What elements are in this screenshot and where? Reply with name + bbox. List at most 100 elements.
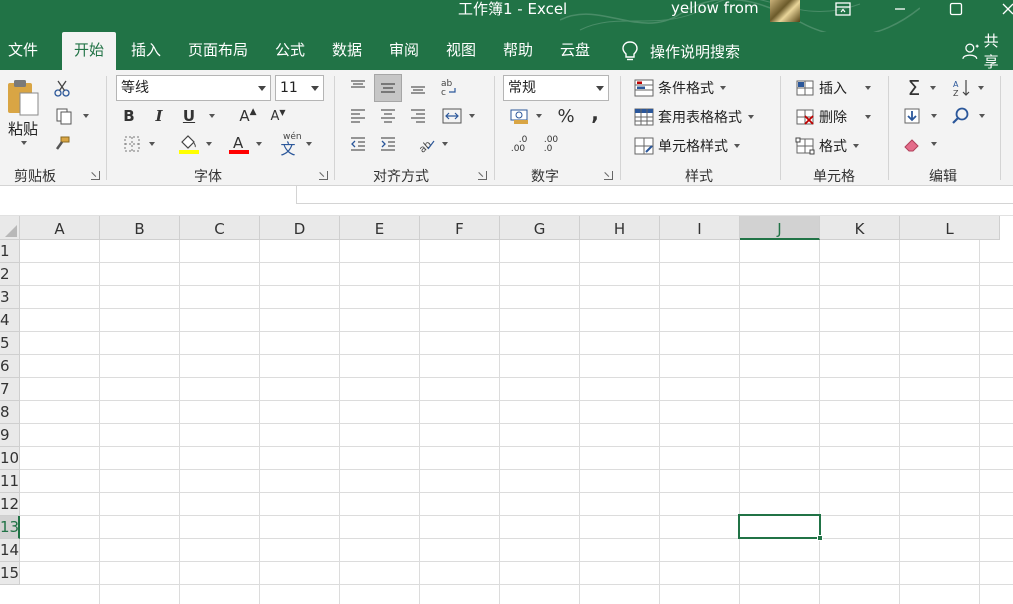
sort-filter-button[interactable]: AZ	[948, 76, 988, 100]
italic-button[interactable]: I	[150, 106, 168, 126]
increase-font-button[interactable]: A ▲	[238, 106, 258, 126]
tab-data[interactable]: 数据	[323, 32, 371, 70]
clipboard-launcher-icon[interactable]	[91, 171, 100, 180]
tab-home[interactable]: 开始	[62, 32, 116, 70]
maximize-icon[interactable]	[944, 0, 968, 18]
row-header-4[interactable]: 4	[0, 309, 20, 332]
delete-cells-button[interactable]: 删除	[795, 107, 871, 127]
format-as-table-button[interactable]: 套用表格格式	[634, 107, 754, 127]
fill-handle[interactable]	[817, 535, 823, 541]
row-header-13[interactable]: 13	[0, 516, 20, 539]
row-header-6[interactable]: 6	[0, 355, 20, 378]
align-center-icon[interactable]	[377, 106, 399, 126]
tab-file[interactable]: 文件	[0, 32, 46, 70]
autosum-button[interactable]: Σ	[900, 76, 944, 100]
column-header-c[interactable]: C	[180, 216, 260, 240]
ribbon-display-options-icon[interactable]	[831, 0, 855, 18]
decrease-decimal-button[interactable]: .00 .0	[536, 133, 560, 157]
align-middle-icon[interactable]	[374, 74, 402, 102]
find-select-button[interactable]	[948, 106, 988, 126]
column-header-a[interactable]: A	[20, 216, 100, 240]
tab-formulas[interactable]: 公式	[266, 32, 314, 70]
row-header-15[interactable]: 15	[0, 562, 20, 585]
tab-page-layout[interactable]: 页面布局	[180, 32, 256, 70]
align-left-icon[interactable]	[347, 106, 369, 126]
align-bottom-icon[interactable]	[407, 76, 429, 98]
column-header-i[interactable]: I	[660, 216, 740, 240]
font-launcher-icon[interactable]	[319, 171, 328, 180]
alignment-launcher-icon[interactable]	[478, 171, 487, 180]
insert-cells-button[interactable]: 插入	[795, 78, 871, 98]
row-header-14[interactable]: 14	[0, 539, 20, 562]
formula-input[interactable]	[296, 186, 1013, 204]
format-painter-icon[interactable]	[52, 134, 72, 154]
row-header-2[interactable]: 2	[0, 263, 20, 286]
minimize-icon[interactable]	[888, 0, 912, 18]
tab-insert[interactable]: 插入	[122, 32, 170, 70]
cell-styles-button[interactable]: 单元格样式	[634, 136, 740, 156]
column-header-f[interactable]: F	[420, 216, 500, 240]
wrap-text-icon[interactable]: ab c	[438, 76, 460, 98]
share-button[interactable]: 共享	[962, 32, 1013, 71]
increase-indent-icon[interactable]	[377, 134, 399, 154]
decrease-indent-icon[interactable]	[347, 134, 369, 154]
row-header-3[interactable]: 3	[0, 286, 20, 309]
conditional-formatting-button[interactable]: 条件格式	[634, 78, 726, 98]
column-header-l[interactable]: L	[900, 216, 1000, 240]
column-header-k[interactable]: K	[820, 216, 900, 240]
font-name-select[interactable]: 等线	[116, 75, 271, 101]
paste-button[interactable]: 粘贴	[6, 78, 40, 145]
number-launcher-icon[interactable]	[604, 171, 613, 180]
column-header-b[interactable]: B	[100, 216, 180, 240]
phonetic-button[interactable]: wén 文	[280, 132, 322, 158]
clear-button[interactable]	[900, 134, 940, 154]
row-header-11[interactable]: 11	[0, 470, 20, 493]
user-name[interactable]: yellow from	[671, 0, 759, 16]
font-color-button[interactable]: A	[224, 132, 266, 156]
cut-icon[interactable]	[52, 78, 72, 98]
tab-review[interactable]: 审阅	[380, 32, 428, 70]
close-icon[interactable]	[996, 0, 1013, 18]
row-header-8[interactable]: 8	[0, 401, 20, 424]
column-header-d[interactable]: D	[260, 216, 340, 240]
underline-dropdown[interactable]	[204, 106, 218, 126]
column-header-h[interactable]: H	[580, 216, 660, 240]
copy-button[interactable]	[52, 106, 92, 126]
format-cells-button[interactable]: 格式	[795, 136, 859, 156]
bold-button[interactable]: B	[120, 106, 138, 126]
row-header-12[interactable]: 12	[0, 493, 20, 516]
fill-color-button[interactable]	[174, 132, 216, 156]
row-header-7[interactable]: 7	[0, 378, 20, 401]
align-right-icon[interactable]	[407, 106, 429, 126]
orientation-button[interactable]: ab	[412, 134, 452, 154]
row-header-10[interactable]: 10	[0, 447, 20, 470]
tab-cloud[interactable]: 云盘	[551, 32, 599, 70]
column-header-g[interactable]: G	[500, 216, 580, 240]
avatar[interactable]	[770, 0, 800, 22]
help-search[interactable]: 操作说明搜索	[620, 32, 740, 70]
column-header-j[interactable]: J	[740, 216, 820, 240]
underline-button[interactable]: U	[180, 106, 198, 126]
accounting-format-button[interactable]	[506, 106, 546, 126]
percent-style-button[interactable]: %	[555, 106, 577, 127]
row-header-5[interactable]: 5	[0, 332, 20, 355]
cell-area[interactable]	[20, 240, 1013, 604]
row-header-1[interactable]: 1	[0, 240, 20, 263]
fill-button[interactable]	[900, 106, 940, 126]
tab-help[interactable]: 帮助	[494, 32, 542, 70]
increase-decimal-button[interactable]: .0 .00	[506, 133, 530, 157]
font-size-select[interactable]: 11	[275, 75, 324, 101]
active-cell[interactable]	[738, 514, 823, 541]
align-top-icon[interactable]	[347, 76, 369, 98]
comma-style-button[interactable]: ,	[586, 101, 604, 125]
row-header-9[interactable]: 9	[0, 424, 20, 447]
merge-center-button[interactable]	[437, 106, 479, 126]
tab-view[interactable]: 视图	[437, 32, 485, 70]
currency-icon	[510, 109, 528, 124]
select-all-corner[interactable]	[0, 216, 20, 240]
number-format-select[interactable]: 常规	[503, 75, 609, 101]
format-cells-icon	[795, 137, 815, 155]
borders-button[interactable]	[120, 134, 158, 154]
decrease-font-button[interactable]: A ▼	[268, 106, 288, 126]
column-header-e[interactable]: E	[340, 216, 420, 240]
